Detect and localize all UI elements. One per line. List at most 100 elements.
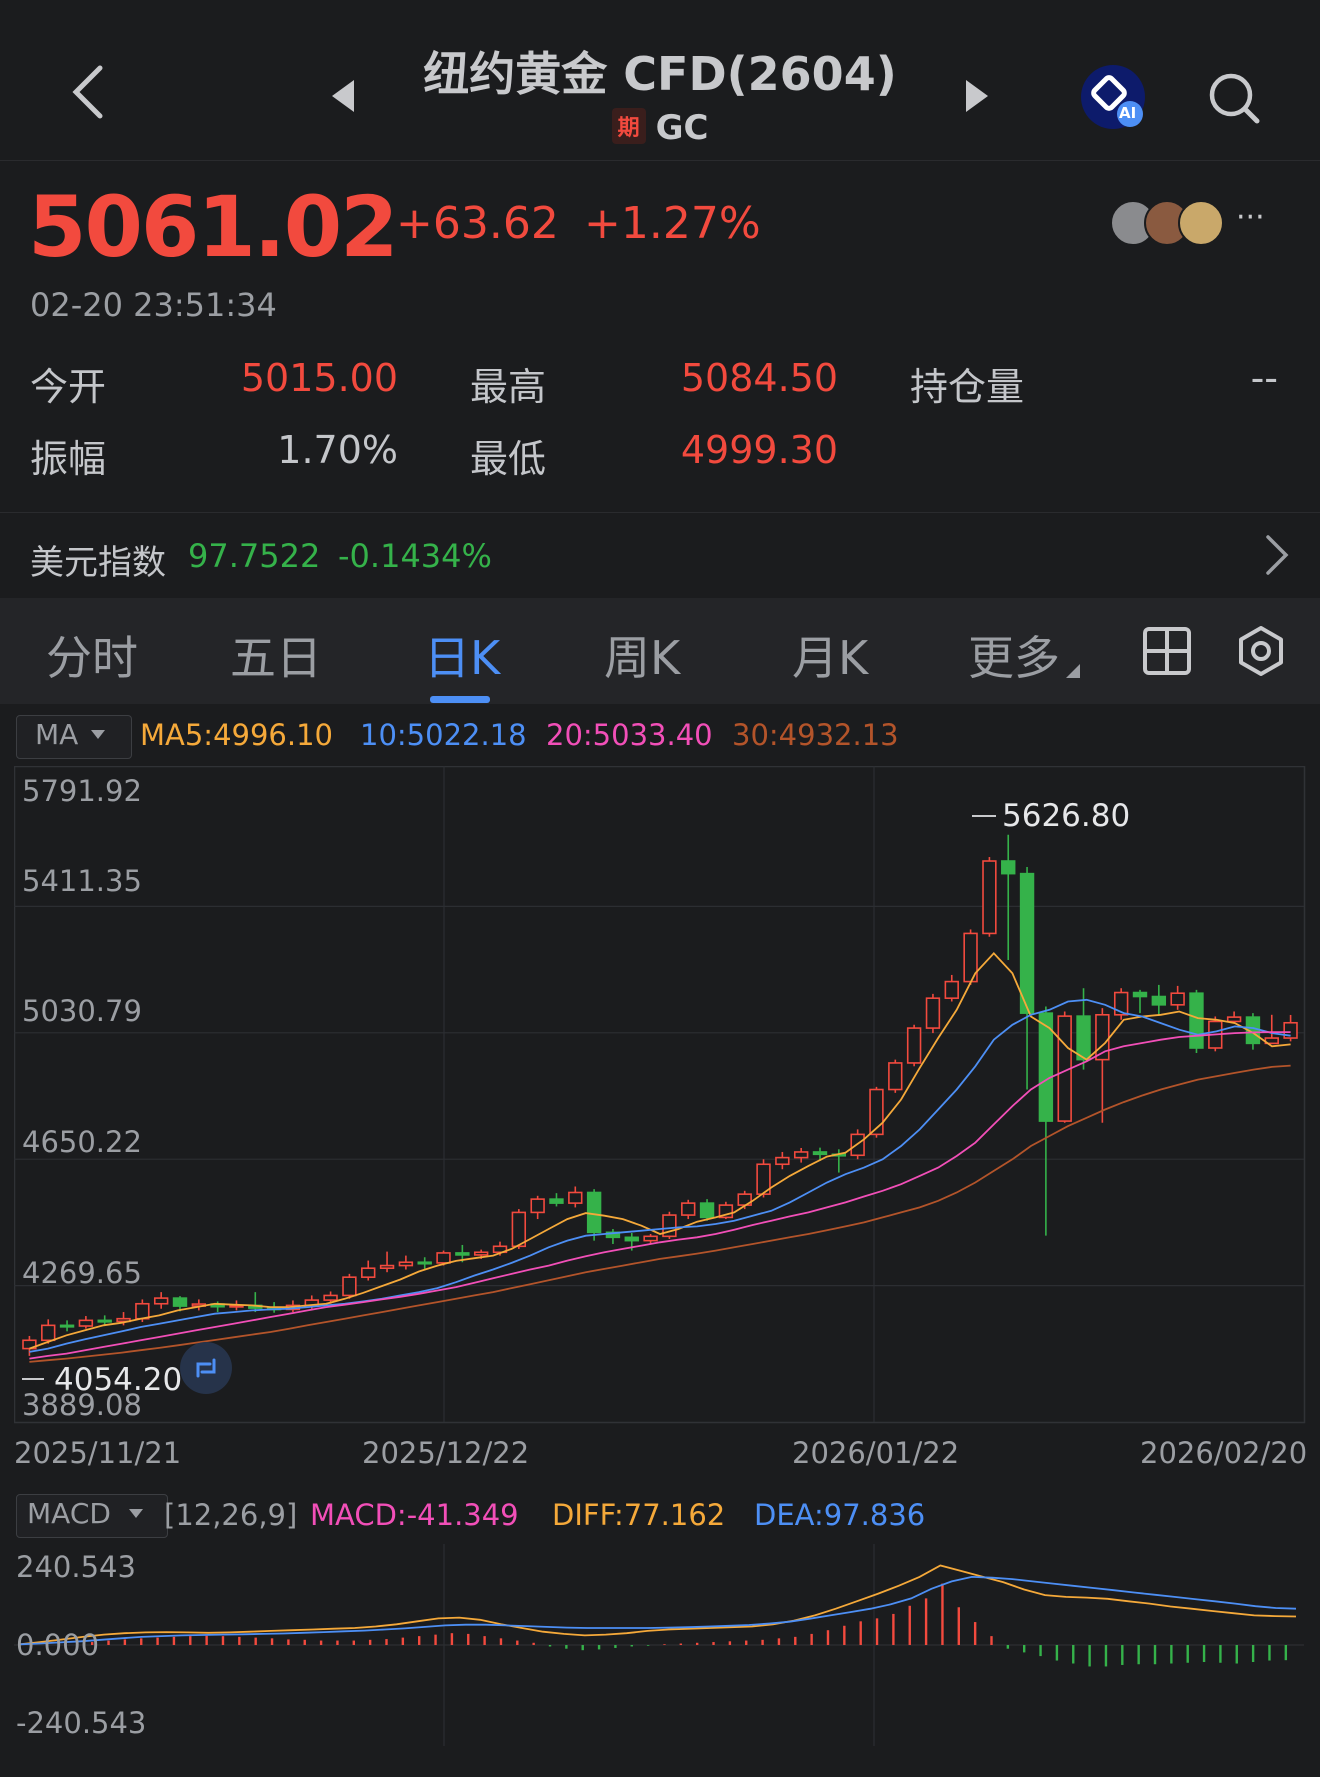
caret-down-icon [91, 730, 105, 739]
date-axis-label: 2026/02/20 [1140, 1436, 1308, 1470]
candle-body [78, 1319, 94, 1327]
macd-value: MACD:-41.349 [310, 1498, 519, 1532]
diff-value: DIFF:77.162 [552, 1498, 726, 1532]
usd-index-change: -0.1434% [338, 537, 492, 575]
price-axis-label: 5411.35 [22, 864, 142, 898]
more-options-button[interactable]: ··· [1236, 200, 1265, 235]
more-dropdown-triangle-icon [1066, 664, 1080, 678]
candle-body [568, 1191, 583, 1204]
settings-gear-icon[interactable] [1236, 626, 1286, 676]
search-button[interactable] [1208, 72, 1260, 124]
candle-body [59, 1324, 75, 1328]
date-axis-label: 2025/11/21 [14, 1436, 182, 1470]
candle [417, 1257, 432, 1269]
candle-body [624, 1236, 639, 1242]
followers-avatars[interactable] [1110, 200, 1224, 246]
candle-body [1226, 1016, 1242, 1023]
candle [210, 1301, 225, 1313]
contract-code: 期 GC [560, 108, 760, 148]
next-triangle-icon [966, 80, 988, 112]
high-label: 最高 [470, 365, 547, 409]
tab-daily-k[interactable]: 日K [424, 622, 500, 688]
next-contract-button[interactable] [962, 78, 992, 114]
ai-assistant-button[interactable]: AI [1080, 64, 1146, 130]
candle [248, 1292, 263, 1313]
candle [549, 1193, 564, 1207]
candle [1038, 1006, 1054, 1236]
open-label: 今开 [30, 365, 107, 409]
ma5-legend: MA5:4996.10 [140, 718, 334, 752]
usd-index-row[interactable]: 美元指数 97.7522 -0.1434% [0, 512, 1320, 597]
tab-monthly-k[interactable]: 月K [792, 622, 868, 688]
candle-body [925, 997, 941, 1029]
macd-selector-label: MACD [27, 1497, 111, 1530]
candle [906, 1024, 922, 1067]
amplitude-label: 振幅 [30, 437, 107, 481]
candle-body [982, 860, 997, 935]
tab-intraday[interactable]: 分时 [46, 622, 138, 688]
ma-line-ma30 [29, 1064, 1291, 1363]
candle-body [793, 1151, 809, 1159]
price-axis-label: 4650.22 [22, 1125, 142, 1159]
candle [1189, 989, 1204, 1053]
candle-body [699, 1202, 715, 1219]
indicator-selector-macd[interactable]: MACD [16, 1494, 168, 1538]
candle [191, 1299, 207, 1311]
candle-body [1189, 992, 1204, 1049]
back-button[interactable] [60, 62, 110, 122]
dea-line [19, 1575, 1297, 1646]
caret-down-icon [129, 1509, 143, 1518]
diff-line [19, 1564, 1297, 1646]
candlestick-chart[interactable] [14, 766, 1320, 1424]
ai-label: AI [1119, 104, 1137, 122]
price-change: +63.62 [396, 198, 559, 249]
grid-layout-icon[interactable] [1142, 626, 1192, 676]
ma20-legend: 20:5033.40 [546, 718, 713, 752]
last-price: 5061.02 [28, 178, 399, 276]
candle-body [436, 1252, 451, 1264]
tab-weekly-k[interactable]: 周K [604, 622, 680, 688]
candle [530, 1195, 545, 1220]
active-tab-indicator [430, 696, 490, 703]
high-value: 5084.50 [680, 356, 838, 400]
candle [869, 1086, 884, 1138]
candle-body [511, 1211, 527, 1248]
indicator-selector-ma[interactable]: MA [16, 715, 132, 759]
tab-more[interactable]: 更多 [968, 622, 1060, 688]
macd-axis-label: -240.543 [16, 1706, 147, 1740]
candle-body [379, 1264, 395, 1270]
min-marker-line [22, 1378, 44, 1380]
candle [1264, 1014, 1279, 1045]
quote-timestamp: 02-20 23:51:34 [30, 286, 277, 324]
candle [1095, 1008, 1110, 1123]
macd-axis-label: 0.000 [16, 1628, 100, 1662]
ma30-legend: 30:4932.13 [732, 718, 899, 752]
ma-line-ma5 [29, 951, 1291, 1350]
candle-body [906, 1027, 922, 1064]
open-interest-value: -- [1250, 356, 1278, 400]
candle [398, 1255, 414, 1270]
tab-five-day[interactable]: 五日 [230, 622, 322, 688]
candle [1113, 988, 1129, 1020]
candle [605, 1229, 621, 1244]
candle [793, 1147, 809, 1163]
candle-body [473, 1251, 489, 1256]
candle [982, 857, 997, 937]
candle-body [1151, 995, 1167, 1006]
low-label: 最低 [470, 437, 547, 481]
low-value: 4999.30 [680, 428, 838, 472]
candle-body [812, 1151, 828, 1156]
price-change-percent: +1.27% [584, 198, 761, 249]
expand-chart-button[interactable] [180, 1342, 232, 1394]
candle-body [1076, 1015, 1091, 1061]
candle-body [681, 1202, 696, 1216]
expand-icon [196, 1358, 216, 1378]
macd-axis-label: 240.543 [16, 1550, 136, 1584]
candle [775, 1151, 790, 1170]
candle [1283, 1014, 1298, 1042]
dea-value: DEA:97.836 [754, 1498, 926, 1532]
amplitude-value: 1.70% [277, 428, 398, 472]
macd-chart[interactable] [14, 1544, 1320, 1746]
ma-selector-label: MA [35, 718, 79, 751]
chevron-right-icon [1266, 535, 1289, 575]
